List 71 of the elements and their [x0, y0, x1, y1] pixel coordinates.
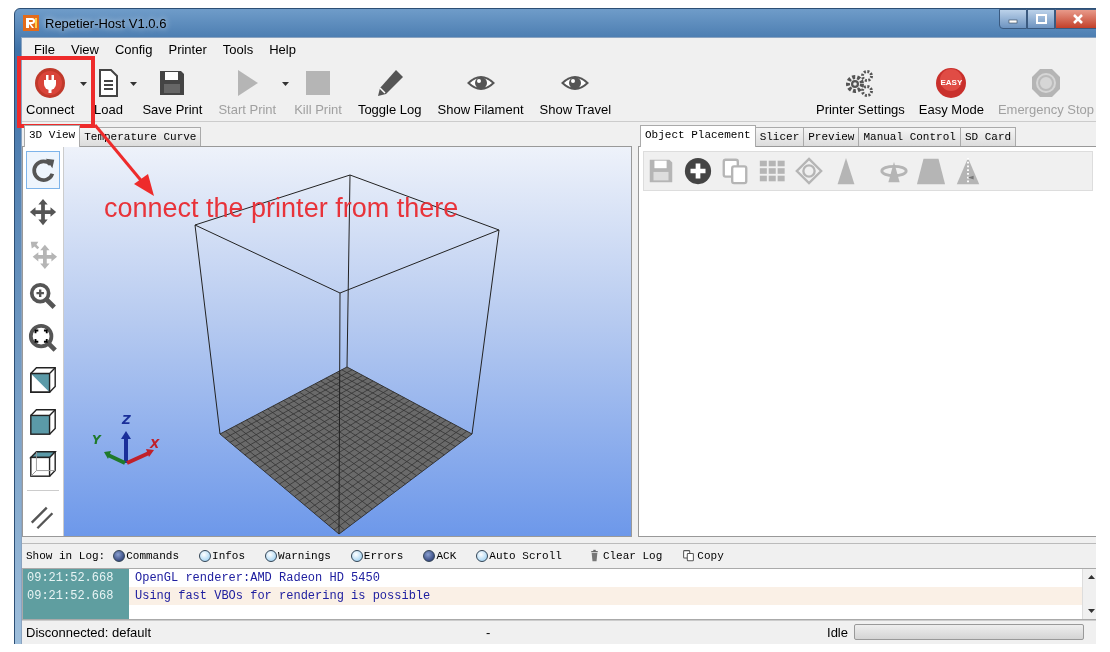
cube-icon [28, 364, 58, 395]
toolbar-button[interactable]: Show Travel [535, 66, 616, 117]
log-filter-radio[interactable]: Auto Scroll [476, 549, 562, 562]
add-icon [683, 155, 713, 186]
axis-y-label: Y [92, 432, 101, 447]
toolbar-button[interactable]: Save Print [138, 66, 207, 117]
zoom-fit-icon [28, 322, 58, 353]
toolbar-button[interactable]: Toggle Log [353, 66, 426, 117]
tab[interactable]: 3D View [24, 124, 81, 147]
connection-status: Disconnected: default [26, 624, 153, 640]
log-filter-radio[interactable]: Errors [350, 549, 404, 562]
radio-indicator[interactable] [199, 549, 212, 562]
minimize-button[interactable] [999, 9, 1027, 29]
axis-z-label: Z [122, 412, 131, 427]
app-logo-icon [23, 15, 39, 31]
log-filter-radio[interactable]: Warnings [265, 549, 331, 562]
toolbar-button[interactable]: Load [88, 66, 129, 117]
radio-indicator[interactable] [113, 549, 126, 562]
radio-indicator[interactable] [350, 549, 363, 562]
radio-indicator[interactable] [265, 549, 278, 562]
maximize-icon [1034, 13, 1048, 25]
log-message: Using fast VBOs for rendering is possible [134, 588, 431, 603]
easy-mode-icon [935, 66, 968, 99]
printer-state: Idle [827, 624, 848, 640]
placement-tool-button[interactable] [683, 155, 713, 186]
tab[interactable]: Preview [803, 126, 860, 146]
scroll-up-icon[interactable] [1087, 574, 1095, 579]
menu-item[interactable]: View [62, 40, 107, 60]
dropdown-caret-icon[interactable] [79, 81, 87, 86]
close-button[interactable] [1055, 9, 1096, 29]
zoom-in-icon [28, 280, 58, 311]
tab[interactable]: Object Placement [640, 124, 756, 147]
log-filter-radio[interactable]: ACK [423, 549, 457, 562]
menu-item[interactable]: Tools [214, 40, 262, 60]
log-action-button[interactable]: Clear Log [587, 549, 663, 563]
scroll-down-icon[interactable] [1087, 608, 1095, 613]
view-tool-button[interactable] [26, 150, 60, 189]
log-filter-radio[interactable]: Commands [113, 549, 180, 562]
close-icon [1071, 13, 1085, 25]
radio-indicator[interactable] [423, 549, 436, 562]
menu-item[interactable]: Printer [160, 40, 215, 60]
log-scrollbar[interactable] [1082, 568, 1096, 619]
window-title: Repetier-Host V1.0.6 [45, 15, 167, 31]
stop-sign-icon [1029, 66, 1062, 99]
log-filter-label: Show in Log: [26, 549, 106, 562]
copy-icon [682, 549, 696, 563]
tab[interactable]: Slicer [754, 126, 805, 146]
easy-icon-label: EASY [940, 78, 963, 88]
toolbar-button[interactable]: EASY Easy Mode [914, 66, 988, 117]
log-message: OpenGL renderer:AMD Radeon HD 5450 [134, 570, 380, 585]
log-filter-radio[interactable]: Infos [199, 549, 246, 562]
menu-item[interactable]: File [26, 40, 63, 60]
toolbar-button[interactable]: Connect [22, 66, 79, 117]
toolbar-button[interactable]: Show Filament [433, 66, 528, 117]
maximize-button[interactable] [1027, 9, 1055, 29]
tab[interactable]: SD Card [959, 126, 1017, 146]
axis-x-label: X [150, 436, 160, 451]
toolbar-button[interactable]: Printer Settings [811, 66, 909, 117]
radio-indicator[interactable] [476, 549, 489, 562]
tab[interactable]: Manual Control [858, 126, 961, 146]
menu-item[interactable]: Help [261, 40, 304, 60]
cube-icon [28, 448, 58, 479]
cube-icon [28, 406, 58, 437]
move-icon [28, 196, 58, 227]
log-action-button[interactable]: Copy [682, 549, 724, 563]
menu-item[interactable]: Config [106, 40, 161, 60]
status-separator: - [486, 624, 492, 640]
log-time: 09:21:52.668 [23, 568, 129, 587]
crosshair-icon [794, 155, 824, 186]
plug-icon [34, 66, 67, 99]
dropdown-caret-icon[interactable] [129, 81, 137, 86]
